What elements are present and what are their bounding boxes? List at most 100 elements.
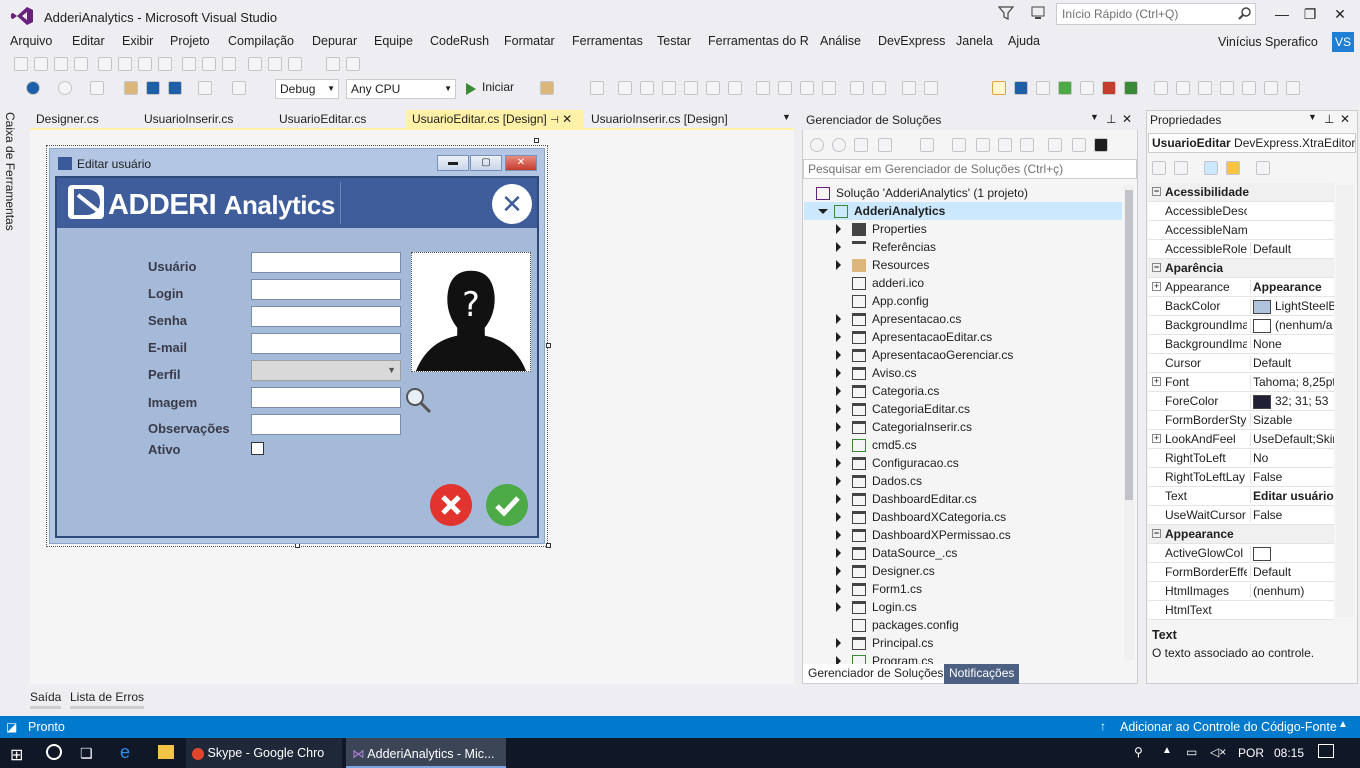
- property-row[interactable]: + Font Tahoma; 8,25pt: [1148, 373, 1334, 392]
- image-icon[interactable]: [98, 57, 112, 71]
- property-value[interactable]: LightSteelB: [1250, 299, 1334, 314]
- form-close-button[interactable]: ✕: [505, 155, 537, 171]
- menu-depurar[interactable]: Depurar: [312, 34, 357, 48]
- property-row[interactable]: HtmlImages (nenhum): [1148, 582, 1334, 601]
- expand-icon[interactable]: [836, 404, 841, 414]
- property-value[interactable]: False: [1250, 508, 1334, 522]
- menu-coderush[interactable]: CodeRush: [430, 34, 489, 48]
- bring-front-icon[interactable]: [182, 57, 196, 71]
- smart-tag-icon[interactable]: [534, 138, 539, 143]
- back-icon[interactable]: [26, 81, 40, 95]
- object-selector[interactable]: UsuarioEditar DevExpress.XtraEditors: [1148, 133, 1356, 153]
- expand-icon[interactable]: [836, 512, 841, 522]
- pending-changes-icon[interactable]: [920, 138, 934, 152]
- menu-formatar[interactable]: Formatar: [504, 34, 555, 48]
- align-center-icon[interactable]: [54, 57, 68, 71]
- property-value[interactable]: Default: [1250, 242, 1334, 256]
- platform-select[interactable]: Any CPU ▼: [346, 79, 456, 99]
- property-row[interactable]: Text Editar usuário: [1148, 487, 1334, 506]
- menu-editar[interactable]: Editar: [72, 34, 105, 48]
- tool-icon-d[interactable]: [1220, 81, 1234, 95]
- expand-icon[interactable]: [836, 602, 841, 612]
- toolbox-tab[interactable]: Caixa de Ferramentas: [3, 112, 17, 231]
- property-category[interactable]: − Appearance: [1148, 525, 1334, 544]
- expand-icon[interactable]: +: [1152, 434, 1161, 443]
- menu-testar[interactable]: Testar: [657, 34, 691, 48]
- close-icon[interactable]: ✕: [1122, 112, 1132, 126]
- property-row[interactable]: + Appearance Appearance: [1148, 278, 1334, 297]
- send-to-back-icon[interactable]: [872, 81, 886, 95]
- alphabetical-icon[interactable]: [1174, 161, 1188, 175]
- property-row[interactable]: HtmlText: [1148, 601, 1334, 620]
- expand-icon[interactable]: [836, 224, 841, 234]
- tab-solution-explorer[interactable]: Gerenciador de Soluções: [802, 664, 950, 684]
- menu-analise[interactable]: Análise: [820, 34, 861, 48]
- menu-projeto[interactable]: Projeto: [170, 34, 210, 48]
- table-icon[interactable]: [1036, 81, 1050, 95]
- cortana-icon[interactable]: [46, 744, 62, 760]
- property-value[interactable]: Appearance: [1250, 280, 1334, 294]
- tab-usuarioeditar-design[interactable]: UsuarioEditar.cs [Design] ⊣ ✕: [406, 110, 584, 128]
- save-all-icon[interactable]: [168, 81, 182, 95]
- refresh-icon[interactable]: [976, 138, 990, 152]
- source-control-button[interactable]: Adicionar ao Controle do Código-Fonte: [1120, 720, 1337, 734]
- panel-menu-icon[interactable]: ▼: [1308, 112, 1317, 122]
- property-value[interactable]: 32; 31; 53: [1250, 394, 1334, 409]
- minimize-button[interactable]: —: [1268, 4, 1296, 24]
- property-row[interactable]: FormBorderSty Sizable: [1148, 411, 1334, 430]
- center-v-icon[interactable]: [822, 81, 836, 95]
- quick-launch-input[interactable]: Início Rápido (Ctrl+Q): [1056, 3, 1256, 25]
- panel-menu-icon[interactable]: ▼: [1090, 112, 1099, 122]
- align-grid-icon[interactable]: [14, 57, 28, 71]
- undo-icon[interactable]: [268, 57, 282, 71]
- view-code-icon[interactable]: [1048, 138, 1062, 152]
- expand-icon[interactable]: [836, 476, 841, 486]
- expand-icon[interactable]: [836, 386, 841, 396]
- list-icon[interactable]: [1014, 81, 1028, 95]
- align-centers-icon[interactable]: [618, 81, 632, 95]
- expand-icon[interactable]: [836, 494, 841, 504]
- edge-icon[interactable]: e: [120, 742, 130, 763]
- property-row[interactable]: AccessibleRole Default: [1148, 240, 1334, 259]
- align-rights-icon[interactable]: [640, 81, 654, 95]
- home-icon[interactable]: [854, 138, 868, 152]
- grid-icon[interactable]: [1080, 81, 1094, 95]
- align-lefts-icon[interactable]: [590, 81, 604, 95]
- start-button[interactable]: Iniciar: [482, 80, 514, 94]
- expand-icon[interactable]: [836, 458, 841, 468]
- property-pages-icon[interactable]: [1256, 161, 1270, 175]
- align-tops-icon[interactable]: [662, 81, 676, 95]
- menu-ferramentas[interactable]: Ferramentas: [572, 34, 643, 48]
- send-back-icon[interactable]: [202, 57, 216, 71]
- expand-icon[interactable]: [836, 530, 841, 540]
- tool-icon-b[interactable]: [1176, 81, 1190, 95]
- expand-icon[interactable]: [836, 350, 841, 360]
- property-row[interactable]: ForeColor 32; 31; 53: [1148, 392, 1334, 411]
- property-row[interactable]: ActiveGlowCol: [1148, 544, 1334, 563]
- save-icon[interactable]: [146, 81, 160, 95]
- tab-overflow-icon[interactable]: ▼: [782, 112, 791, 122]
- property-value[interactable]: False: [1250, 470, 1334, 484]
- categorized-icon[interactable]: [1152, 161, 1166, 175]
- input-language[interactable]: POR: [1238, 746, 1264, 760]
- close-icon[interactable]: ✕: [1340, 112, 1350, 126]
- property-row[interactable]: RightToLeftLay False: [1148, 468, 1334, 487]
- property-value[interactable]: UseDefault;Skin:: [1250, 432, 1334, 446]
- expand-icon[interactable]: +: [1152, 377, 1161, 386]
- sync-icon[interactable]: [952, 138, 966, 152]
- back-icon[interactable]: [810, 138, 824, 152]
- perfil-select[interactable]: ▼: [251, 360, 401, 381]
- banner-close-icon[interactable]: ✕: [492, 184, 532, 224]
- form-maximize-button[interactable]: ▢: [470, 155, 502, 171]
- expand-icon[interactable]: [836, 422, 841, 432]
- property-row[interactable]: FormBorderEffe Default: [1148, 563, 1334, 582]
- close-tab-icon[interactable]: ✕: [562, 112, 572, 126]
- source-control-arrow-icon[interactable]: ▲: [1338, 719, 1348, 730]
- undo-icon[interactable]: [198, 81, 212, 95]
- tool-icon-f[interactable]: [1264, 81, 1278, 95]
- menu-equipe[interactable]: Equipe: [374, 34, 413, 48]
- property-value[interactable]: [1250, 546, 1334, 561]
- new-project-icon[interactable]: [90, 81, 104, 95]
- v-spacing-icon[interactable]: [778, 81, 792, 95]
- collapse-all-icon[interactable]: [998, 138, 1012, 152]
